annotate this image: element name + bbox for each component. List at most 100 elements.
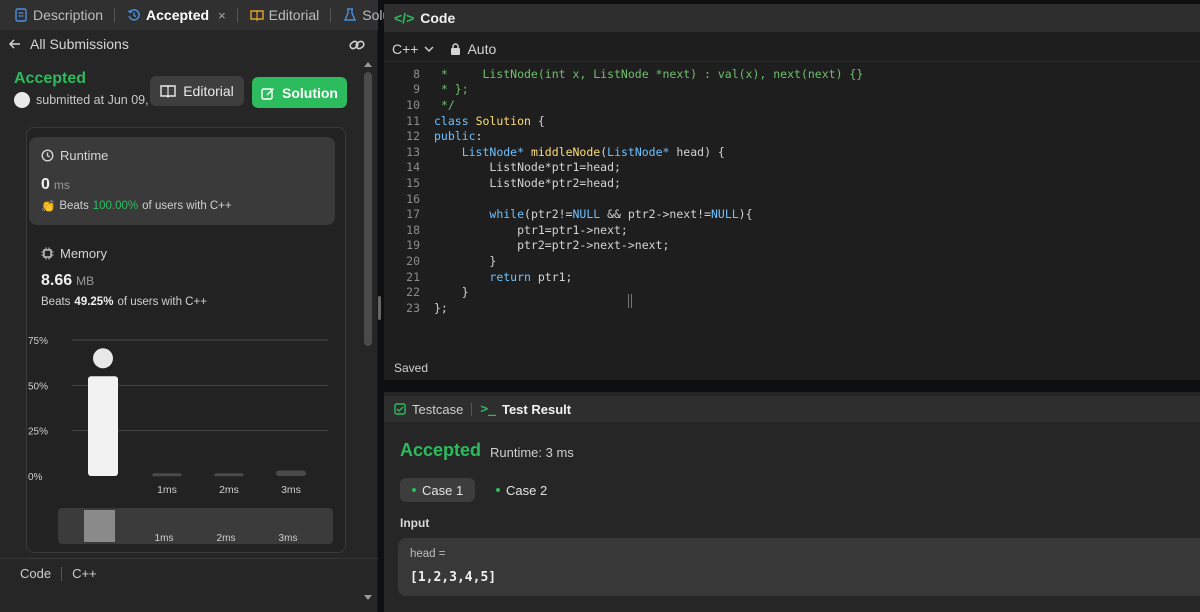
line-number: 20 <box>406 253 420 268</box>
chart-ytick-label: 50% <box>28 381 48 392</box>
lock-icon <box>451 42 461 55</box>
line-number: 21 <box>406 269 420 284</box>
memory-unit: MB <box>76 274 95 288</box>
code-toolbar: C++ Auto <box>384 36 1200 62</box>
tab-testcase[interactable]: Testcase <box>394 402 463 417</box>
input-variable-value: [1,2,3,4,5] <box>410 570 497 585</box>
code-line[interactable]: 22 } <box>384 284 468 300</box>
memory-beats: Beats 49.25% of users with C++ <box>41 296 207 308</box>
code-text: * ListNode(int x, ListNode *next) : val(… <box>434 66 864 81</box>
submission-status: Accepted <box>14 70 87 87</box>
left-scrollbar-thumb[interactable] <box>364 72 372 346</box>
code-footer-label: Code <box>20 566 52 581</box>
submission-meta: submitted at Jun 09, <box>14 92 149 108</box>
pane-resize-handle[interactable] <box>378 296 381 320</box>
runtime-title: Runtime <box>60 148 109 163</box>
code-text: class Solution { <box>434 113 545 128</box>
tab-test-result[interactable]: >_ Test Result <box>480 402 571 417</box>
code-line[interactable]: 16 <box>384 191 420 207</box>
memory-number: 8.66 <box>41 272 73 289</box>
tab-divider <box>114 8 116 22</box>
code-line[interactable]: 13 ListNode* middleNode(ListNode* head) … <box>384 144 725 160</box>
input-label: Input <box>400 516 430 530</box>
code-line[interactable]: 9 * }; <box>384 82 469 98</box>
chart-ytick-label: 75% <box>28 336 48 347</box>
code-text: ptr2=ptr2->next->next; <box>434 238 670 253</box>
code-line[interactable]: 20 } <box>384 253 496 269</box>
chip-icon <box>41 247 54 260</box>
tab-accepted[interactable]: Accepted × <box>121 0 244 30</box>
chart-bar <box>214 473 244 477</box>
memory-title: Memory <box>60 246 107 261</box>
tab-editorial[interactable]: Editorial <box>244 0 338 30</box>
memory-header: Memory <box>41 246 107 261</box>
code-line[interactable]: 11 class Solution { <box>384 113 545 129</box>
code-line[interactable]: 10 */ <box>384 97 455 113</box>
line-number: 11 <box>406 113 420 128</box>
code-line[interactable]: 17 while(ptr2!=NULL && ptr2->next!=NULL)… <box>384 206 752 222</box>
solution-button-label: Solution <box>282 84 338 101</box>
solution-button[interactable]: Solution <box>252 77 347 108</box>
tab-divider <box>330 8 332 22</box>
tab-description-label: Description <box>33 7 104 23</box>
case-1-tab[interactable]: Case 1 <box>400 478 476 502</box>
tab-test-result-label: Test Result <box>501 401 572 417</box>
avatar[interactable] <box>14 92 30 108</box>
line-number: 14 <box>406 160 420 175</box>
code-line[interactable]: 21 return ptr1; <box>384 269 572 285</box>
case-pass-dot <box>496 488 500 492</box>
code-icon: </> <box>394 10 415 26</box>
memory-beats-prefix: Beats <box>41 296 71 308</box>
code-line[interactable]: 19 ptr2=ptr2->next->next; <box>384 238 669 254</box>
runtime-header: Runtime <box>41 148 108 163</box>
line-number: 15 <box>406 175 420 190</box>
code-line[interactable]: 23}; <box>384 300 448 316</box>
code-line[interactable]: 14 ListNode*ptr1=head; <box>384 160 621 176</box>
tab-testcase-label: Testcase <box>412 401 464 417</box>
code-text: } <box>434 285 469 300</box>
editorial-button[interactable]: Editorial <box>150 76 244 106</box>
minimap-label: 3ms <box>279 533 298 544</box>
link-icon[interactable] <box>348 36 366 54</box>
line-number: 9 <box>413 82 420 97</box>
auto-mode-toggle[interactable]: Auto <box>450 41 496 57</box>
code-text: return ptr1; <box>489 269 573 284</box>
code-line[interactable]: 8 * ListNode(int x, ListNode *next) : va… <box>384 66 863 82</box>
code-line[interactable]: 15 ListNode*ptr2=head; <box>384 175 621 191</box>
book-icon <box>160 85 176 98</box>
clock-icon <box>41 149 54 162</box>
chart-user-marker <box>93 348 113 369</box>
minimap-bar <box>84 510 115 542</box>
code-line[interactable]: 18 ptr1=ptr1->next; <box>384 222 628 238</box>
chevron-down-icon <box>424 46 434 52</box>
case-2-tab[interactable]: Case 2 <box>484 478 559 502</box>
history-icon <box>128 9 140 21</box>
code-panel-header: </> Code <box>384 4 1200 32</box>
language-select[interactable]: C++ <box>392 41 434 57</box>
minimap-chart: 1ms 2ms 3ms <box>84 510 298 544</box>
close-icon[interactable]: × <box>218 8 226 23</box>
case-pass-dot <box>412 488 416 492</box>
runtime-beats-suffix: of users with C++ <box>142 200 232 212</box>
description-icon <box>15 8 27 22</box>
memory-value: 8.66 MB <box>41 272 94 290</box>
runtime-number: 0 <box>41 176 50 193</box>
book-icon <box>249 10 264 22</box>
scroll-up-arrow-icon[interactable] <box>364 62 372 67</box>
terminal-icon: >_ <box>480 401 496 417</box>
code-text: ListNode* middleNode(ListNode* head) { <box>461 144 725 159</box>
tab-divider <box>236 8 238 22</box>
code-text: ptr1=ptr1->next; <box>434 222 628 237</box>
all-submissions-link[interactable]: All Submissions <box>8 32 129 56</box>
line-number: 13 <box>406 144 420 159</box>
tab-editorial-label: Editorial <box>268 7 320 23</box>
chart-xtick-label: 3ms <box>281 484 301 496</box>
submitted-time: submitted at Jun 09, <box>36 93 149 107</box>
tab-description[interactable]: Description <box>8 0 121 30</box>
code-line[interactable]: 12 public: <box>384 128 482 144</box>
code-editor[interactable]: 8 * ListNode(int x, ListNode *next) : va… <box>384 66 1200 326</box>
chart-ytick-label: 0% <box>28 472 43 483</box>
scroll-down-arrow-icon[interactable] <box>364 595 372 600</box>
language-select-value: C++ <box>392 40 419 57</box>
memory-beats-pct: 49.25% <box>74 296 114 308</box>
